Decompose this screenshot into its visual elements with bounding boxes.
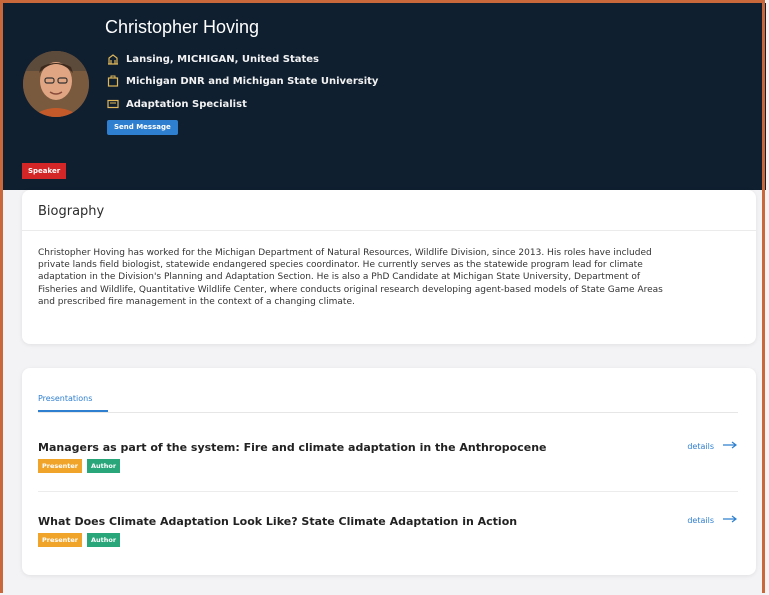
location-text: Lansing, MICHIGAN, United States <box>126 53 319 65</box>
presenter-tag: Presenter <box>38 533 83 547</box>
briefcase-icon <box>107 75 119 87</box>
details-link[interactable]: details <box>687 441 738 451</box>
details-label[interactable]: details <box>687 516 714 525</box>
tag-list: Presenter Author <box>38 459 121 473</box>
author-tag: Author <box>87 459 121 473</box>
biography-heading: Biography <box>38 204 105 219</box>
profile-header: Christopher Hoving Lansing, MICHIGAN, Un… <box>3 3 766 190</box>
organization-text: Michigan DNR and Michigan State Universi… <box>126 75 379 87</box>
title-row: Adaptation Specialist <box>107 98 247 110</box>
presentations-card: Presentations Managers as part of the sy… <box>22 368 756 575</box>
arrow-right-icon[interactable] <box>722 515 738 525</box>
building-icon <box>107 53 119 65</box>
profile-name: Christopher Hoving <box>105 17 260 37</box>
presentation-title[interactable]: Managers as part of the system: Fire and… <box>38 441 547 454</box>
details-label[interactable]: details <box>687 442 714 451</box>
biography-card: Biography Christopher Hoving has worked … <box>22 190 756 344</box>
details-link[interactable]: details <box>687 515 738 525</box>
avatar <box>23 51 89 117</box>
biography-line: and prescribed fire management in the co… <box>38 296 355 307</box>
avatar-photo <box>23 51 89 117</box>
location-row: Lansing, MICHIGAN, United States <box>107 53 319 65</box>
organization-row: Michigan DNR and Michigan State Universi… <box>107 75 378 87</box>
tag-list: Presenter Author <box>38 533 121 547</box>
speaker-badge: Speaker <box>22 163 67 179</box>
author-tag: Author <box>87 533 121 547</box>
biography-line: Fisheries and Wildlife, Quantitative Wil… <box>38 284 663 295</box>
biography-line: Christopher Hoving has worked for the Mi… <box>38 248 652 258</box>
id-card-icon <box>107 98 119 110</box>
biography-line: adaptation in the Division's Planning an… <box>38 272 641 283</box>
send-message-button[interactable]: Send Message <box>107 120 178 135</box>
biography-line: private lands field biologist, statewide… <box>38 260 643 271</box>
divider <box>38 491 738 492</box>
tab-presentations[interactable]: Presentations <box>38 394 92 403</box>
presentation-title[interactable]: What Does Climate Adaptation Look Like? … <box>38 515 517 528</box>
presenter-tag: Presenter <box>38 459 83 473</box>
divider <box>22 230 756 231</box>
biography-text: Christopher Hoving has worked for the Mi… <box>38 247 738 308</box>
arrow-right-icon[interactable] <box>722 441 738 451</box>
divider <box>38 412 738 413</box>
title-text: Adaptation Specialist <box>126 98 247 110</box>
